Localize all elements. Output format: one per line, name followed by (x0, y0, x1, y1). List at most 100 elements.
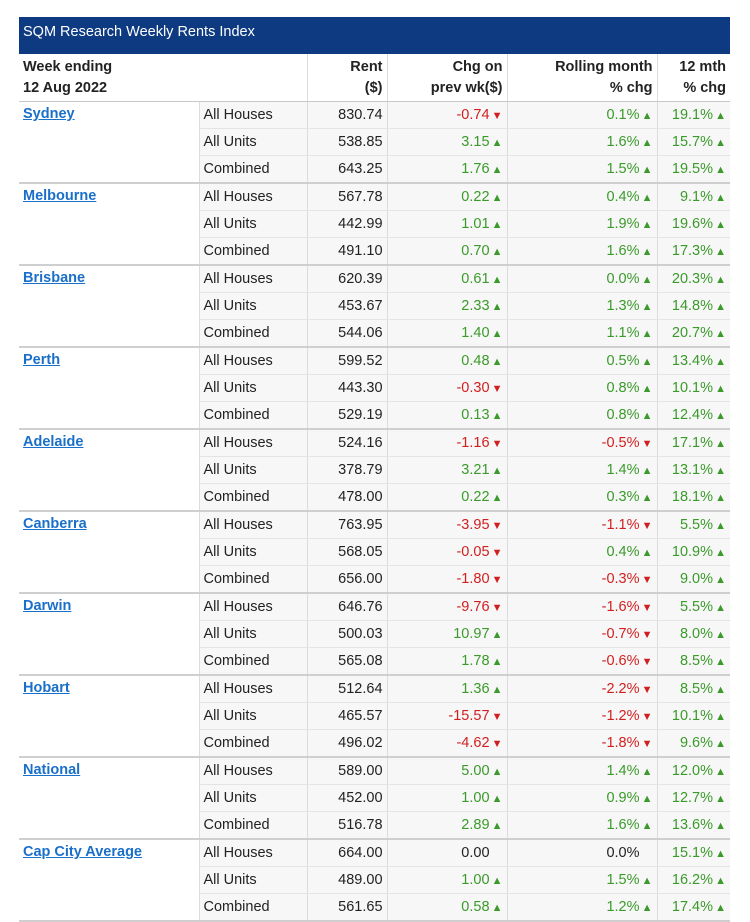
rent-value: 568.05 (306, 538, 388, 566)
rolling-month-change: 0.0% (506, 839, 658, 867)
weekly-change-value: 1.36 (461, 681, 490, 697)
twelve-month-change-value: 19.1% (671, 107, 714, 123)
triangle-down-icon: ▼ (641, 438, 653, 450)
twelve-month-change-value: 12.4% (671, 407, 714, 423)
table-row: Sydney All Houses 830.74 -0.74 ▼ 0.1% ▲ 19.1% ▲ (19, 101, 731, 184)
twelve-month-change-value: 5.5% (679, 599, 714, 615)
dwelling-type: All Houses (198, 101, 308, 129)
rolling-month-change-value: -0.6% (601, 653, 640, 669)
twelve-month-change-value: 13.1% (671, 462, 714, 478)
triangle-up-icon: ▲ (641, 137, 653, 149)
triangle-up-icon: ▲ (715, 902, 726, 914)
twelve-month-change-value: 20.3% (671, 271, 714, 287)
twelve-month-change-value: 8.5% (679, 653, 714, 669)
weekly-change: -1.16 ▼ (386, 429, 508, 457)
triangle-down-icon: ▼ (491, 438, 503, 450)
header-yr-unit: % chg (683, 80, 727, 96)
weekly-change: -9.76 ▼ (386, 593, 508, 621)
dwelling-type: Combined (198, 319, 308, 348)
weekly-change-value: 0.58 (461, 899, 490, 915)
weekly-change: 0.22 ▲ (386, 483, 508, 512)
rolling-month-change-value: -0.3% (601, 571, 640, 587)
dwelling-type: All Houses (198, 429, 308, 457)
triangle-up-icon: ▲ (491, 137, 503, 149)
weekly-change: 5.00 ▲ (386, 757, 508, 785)
dwelling-type: All Units (198, 866, 308, 894)
rent-value: 453.67 (306, 292, 388, 320)
triangle-up-icon: ▲ (715, 192, 726, 204)
weekly-change-value: 3.15 (461, 134, 490, 150)
rent-value: 512.64 (306, 675, 388, 703)
rolling-month-change-value: 0.0% (606, 845, 640, 861)
header-chg-label: Chg on (452, 59, 503, 75)
city-link[interactable]: Perth (23, 352, 60, 368)
triangle-down-icon: ▼ (641, 738, 653, 750)
city-link[interactable]: Sydney (23, 106, 75, 122)
rolling-month-change: 1.4% ▲ (506, 456, 658, 484)
triangle-up-icon: ▲ (715, 301, 726, 313)
triangle-up-icon: ▲ (491, 219, 503, 231)
city-link[interactable]: Cap City Average (23, 844, 142, 860)
twelve-month-change-value: 19.5% (671, 161, 714, 177)
city-link[interactable]: Darwin (23, 598, 71, 614)
dwelling-type: All Units (198, 128, 308, 156)
table-row: Brisbane All Houses 620.39 0.61 ▲ 0.0% ▲ 20.3% ▲ (19, 265, 731, 348)
weekly-change-value: 1.76 (461, 161, 490, 177)
rent-value: 443.30 (306, 374, 388, 402)
city-link[interactable]: Brisbane (23, 270, 85, 286)
rent-value: 529.19 (306, 401, 388, 430)
twelve-month-change: 20.7% ▲ (656, 319, 731, 348)
city-link[interactable]: National (23, 762, 80, 778)
rolling-month-change-value: 0.1% (606, 107, 640, 123)
weekly-change: 3.21 ▲ (386, 456, 508, 484)
weekly-change: 1.00 ▲ (386, 784, 508, 812)
rents-index-panel: SQM Research Weekly Rents Index Week end… (19, 17, 731, 922)
triangle-up-icon: ▲ (491, 301, 503, 313)
weekly-change-value: 2.89 (461, 817, 490, 833)
triangle-up-icon: ▲ (715, 410, 726, 422)
rolling-month-change: 1.4% ▲ (506, 757, 658, 785)
twelve-month-change: 17.3% ▲ (656, 237, 731, 266)
triangle-up-icon: ▲ (491, 684, 503, 696)
weekly-change-value: 2.33 (461, 298, 490, 314)
weekly-change: -0.74 ▼ (386, 101, 508, 129)
triangle-up-icon: ▲ (641, 219, 653, 231)
dwelling-type: All Houses (198, 839, 308, 867)
rent-value: 452.00 (306, 784, 388, 812)
rolling-month-change: -0.7% ▼ (506, 620, 658, 648)
dwelling-type: Combined (198, 483, 308, 512)
weekly-change-value: 0.00 (461, 845, 490, 861)
weekly-change-value: -0.30 (456, 380, 490, 396)
rolling-month-change-value: 0.3% (606, 489, 640, 505)
twelve-month-change: 5.5% ▲ (656, 511, 731, 539)
rolling-month-change: 0.8% ▲ (506, 374, 658, 402)
rolling-month-change-value: 0.0% (606, 271, 640, 287)
weekly-change-value: 5.00 (461, 763, 490, 779)
rolling-month-change: 1.5% ▲ (506, 155, 658, 184)
city-link[interactable]: Adelaide (23, 434, 83, 450)
triangle-up-icon: ▲ (715, 848, 726, 860)
rolling-month-change: 0.8% ▲ (506, 401, 658, 430)
twelve-month-change-value: 12.0% (671, 763, 714, 779)
city-link[interactable]: Hobart (23, 680, 70, 696)
weekly-change-value: 1.40 (461, 325, 490, 341)
triangle-up-icon: ▲ (641, 793, 653, 805)
city-link[interactable]: Canberra (23, 516, 87, 532)
triangle-up-icon: ▲ (491, 465, 503, 477)
rent-value: 646.76 (306, 593, 388, 621)
city-link[interactable]: Melbourne (23, 188, 96, 204)
rolling-month-change: -1.2% ▼ (506, 702, 658, 730)
triangle-up-icon: ▲ (715, 602, 726, 614)
table-header-row: Week ending 12 Aug 2022 Rent ($) Chg on … (19, 54, 731, 102)
triangle-down-icon: ▼ (641, 574, 653, 586)
twelve-month-change: 8.0% ▲ (656, 620, 731, 648)
weekly-change-value: 1.00 (461, 790, 490, 806)
weekly-change: 1.40 ▲ (386, 319, 508, 348)
weekly-change: 10.97 ▲ (386, 620, 508, 648)
rolling-month-change: 0.5% ▲ (506, 347, 658, 375)
twelve-month-change: 19.1% ▲ (656, 101, 731, 129)
city-cell: Brisbane (19, 265, 199, 348)
weekly-change: 0.48 ▲ (386, 347, 508, 375)
dwelling-type: Combined (198, 401, 308, 430)
twelve-month-change: 15.1% ▲ (656, 839, 731, 867)
